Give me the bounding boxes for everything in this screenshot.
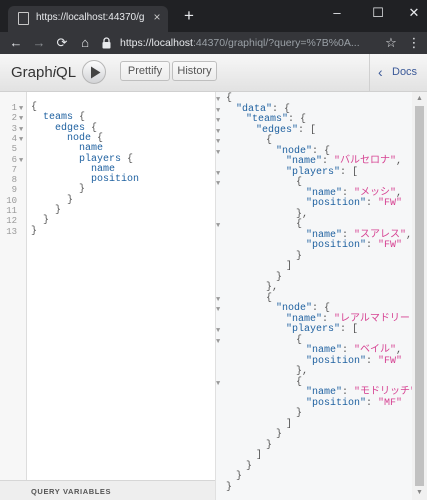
line-number: 9 bbox=[11, 185, 17, 196]
result-line: { bbox=[296, 376, 303, 388]
address-bar[interactable]: https://localhost:44370/graphiql/?query=… bbox=[96, 34, 396, 52]
result-line: } bbox=[296, 250, 303, 262]
fold-marker-icon[interactable]: ▼ bbox=[216, 295, 220, 305]
line-number: 4 bbox=[11, 133, 17, 144]
query-editor[interactable]: 1 2 3 4 5 6 7 8 9 10 11 12 13 ▼ ▼ ▼ ▼ ▼ { teams { edges {… bbox=[0, 92, 215, 480]
reload-icon[interactable]: ⟳ bbox=[54, 35, 70, 51]
result-line: { bbox=[266, 135, 273, 146]
result-line: "position": "FW" bbox=[306, 198, 403, 209]
fold-marker-icon[interactable]: ▼ bbox=[216, 379, 220, 389]
result-line: } bbox=[266, 439, 273, 451]
page-favicon-icon bbox=[18, 12, 29, 25]
line-number: 10 bbox=[6, 195, 17, 206]
scroll-up-arrow-icon[interactable]: ▲ bbox=[415, 94, 424, 103]
tab-close-icon[interactable]: × bbox=[150, 10, 164, 24]
line-number: 7 bbox=[11, 164, 17, 175]
line-number: 12 bbox=[6, 216, 17, 227]
result-line: "edges": [ bbox=[256, 124, 317, 136]
query-line: } bbox=[31, 225, 38, 237]
query-variables-label: QUERY VARIABLES bbox=[31, 487, 112, 496]
url-text: https://localhost:44370/graphiql/?query=… bbox=[120, 37, 360, 49]
result-line: { bbox=[266, 292, 273, 304]
chevron-left-icon: ‹ bbox=[378, 64, 383, 80]
fold-marker-icon[interactable]: ▼ bbox=[216, 95, 220, 105]
fold-marker-icon[interactable]: ▼ bbox=[216, 305, 220, 315]
docs-button[interactable]: ‹ Docs bbox=[369, 54, 427, 91]
scroll-thumb[interactable] bbox=[415, 106, 424, 486]
docs-label: Docs bbox=[392, 66, 418, 78]
fold-marker-icon[interactable]: ▼ bbox=[19, 125, 23, 135]
fold-marker-icon[interactable]: ▼ bbox=[216, 127, 220, 137]
line-number: 6 bbox=[11, 154, 17, 165]
result-line: } bbox=[246, 460, 253, 472]
fold-marker-icon[interactable]: ▼ bbox=[19, 114, 23, 124]
back-icon[interactable]: ← bbox=[8, 35, 24, 51]
tab-title: https://localhost:44370/graphiql/ bbox=[36, 12, 144, 23]
execute-query-button[interactable] bbox=[82, 60, 106, 84]
graphiql-logo: GraphiQL bbox=[11, 64, 77, 81]
line-number: 5 bbox=[11, 144, 17, 155]
home-icon[interactable]: ⌂ bbox=[77, 35, 93, 51]
browser-menu-icon[interactable]: ⋮ bbox=[406, 35, 422, 51]
browser-tab[interactable]: https://localhost:44370/graphiql/ × bbox=[8, 6, 168, 32]
scroll-down-arrow-icon[interactable]: ▼ bbox=[415, 488, 424, 497]
query-gutter: 1 2 3 4 5 6 7 8 9 10 11 12 13 ▼ ▼ ▼ ▼ ▼ bbox=[0, 92, 27, 480]
bookmark-star-icon[interactable]: ☆ bbox=[383, 35, 399, 51]
result-line: } bbox=[226, 481, 233, 493]
fold-marker-icon[interactable]: ▼ bbox=[216, 337, 220, 347]
new-tab-icon[interactable]: + bbox=[180, 7, 198, 25]
result-line: { bbox=[296, 334, 303, 346]
line-number: 1 bbox=[11, 103, 17, 113]
line-number: 2 bbox=[11, 113, 17, 124]
fold-marker-icon[interactable]: ▼ bbox=[19, 135, 23, 145]
result-line: } bbox=[236, 471, 243, 482]
result-viewer[interactable]: {▼ "data": {▼ "teams": {▼ "edges": [▼{▼ "nod… bbox=[216, 92, 412, 500]
result-line: { bbox=[296, 177, 303, 188]
fold-marker-icon[interactable]: ▼ bbox=[19, 104, 23, 114]
graphiql-toolbar: GraphiQL Prettify History ‹ Docs bbox=[0, 54, 427, 92]
fold-marker-icon[interactable]: ▼ bbox=[216, 169, 220, 179]
result-line: "position": "FW" bbox=[306, 240, 403, 251]
result-scrollbar[interactable]: ▲ ▼ bbox=[412, 92, 427, 500]
fold-marker-icon[interactable]: ▼ bbox=[216, 148, 220, 158]
fold-marker-icon[interactable]: ▼ bbox=[216, 106, 220, 116]
result-line: ] bbox=[256, 450, 263, 461]
result-line: } bbox=[276, 429, 283, 440]
result-line: { bbox=[226, 93, 233, 104]
prettify-button[interactable]: Prettify bbox=[120, 61, 170, 81]
fold-marker-icon[interactable]: ▼ bbox=[19, 156, 23, 166]
result-line: "position": "FW" bbox=[306, 355, 403, 367]
fold-marker-icon[interactable]: ▼ bbox=[216, 116, 220, 126]
line-number: 13 bbox=[6, 226, 17, 237]
query-variables-bar[interactable]: QUERY VARIABLES bbox=[0, 480, 215, 500]
fold-marker-icon[interactable]: ▼ bbox=[216, 179, 220, 189]
line-number: 3 bbox=[11, 123, 17, 134]
history-button[interactable]: History bbox=[172, 61, 217, 81]
browser-toolbar: ← → ⟳ ⌂ https://localhost:44370/graphiql… bbox=[0, 32, 427, 54]
result-line: } bbox=[296, 408, 303, 419]
play-icon bbox=[91, 66, 101, 79]
fold-marker-icon[interactable]: ▼ bbox=[216, 221, 220, 231]
lock-icon bbox=[102, 37, 111, 49]
result-line: ] bbox=[286, 261, 293, 272]
result-line: "position": "MF" bbox=[306, 397, 403, 409]
minimize-icon[interactable]: – bbox=[328, 4, 346, 22]
fold-marker-icon[interactable]: ▼ bbox=[216, 137, 220, 147]
line-number: 8 bbox=[11, 175, 17, 186]
result-line: ] bbox=[286, 418, 293, 430]
browser-tab-bar: https://localhost:44370/graphiql/ × + – … bbox=[0, 0, 427, 32]
fold-marker-icon[interactable]: ▼ bbox=[216, 326, 220, 336]
line-number: 11 bbox=[6, 206, 17, 216]
forward-icon[interactable]: → bbox=[31, 35, 47, 51]
window-close-icon[interactable]: ✕ bbox=[405, 4, 423, 22]
maximize-icon[interactable]: ☐ bbox=[369, 4, 387, 22]
result-line: { bbox=[296, 219, 303, 230]
